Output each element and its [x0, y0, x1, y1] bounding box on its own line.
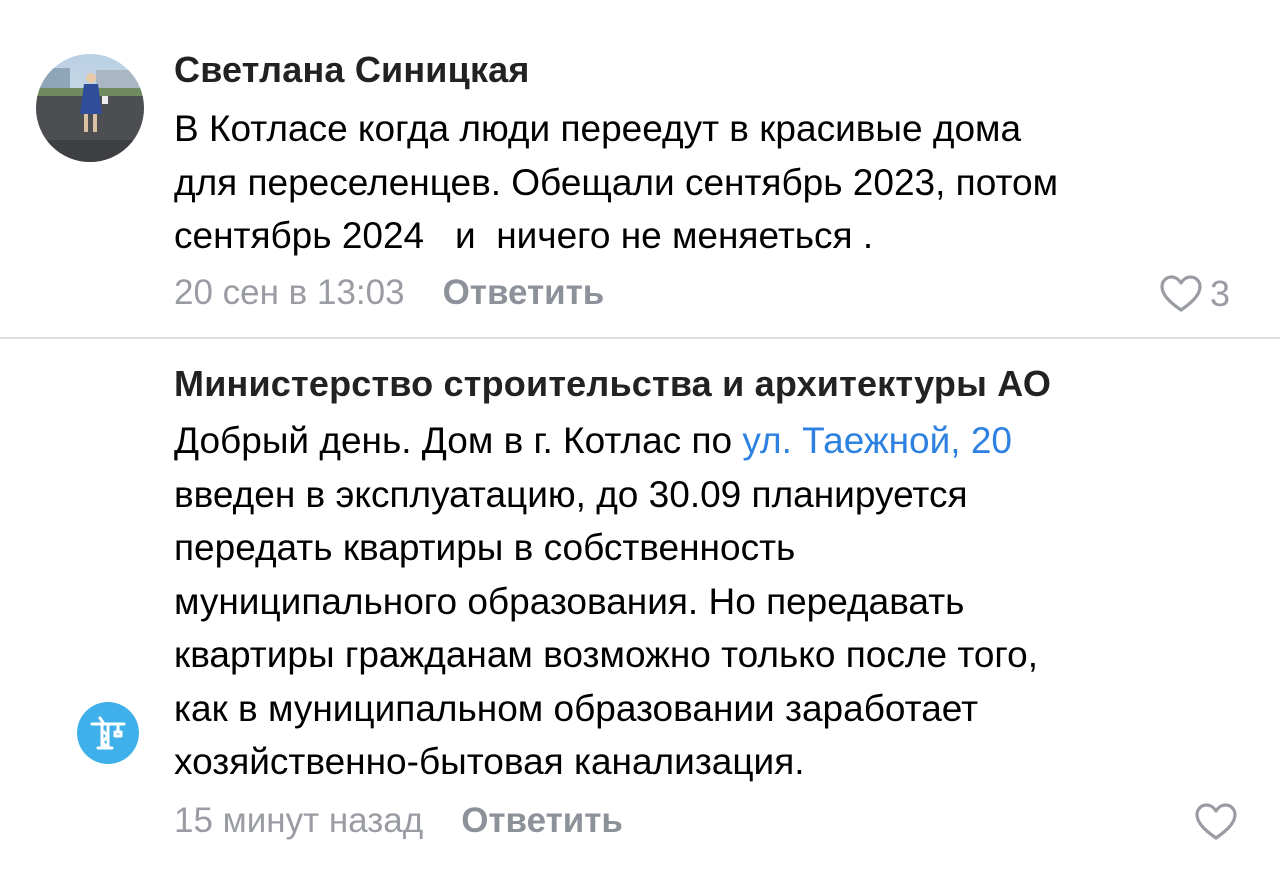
heart-icon: [1195, 803, 1237, 840]
like-button[interactable]: [1195, 801, 1237, 843]
comment-timestamp[interactable]: 15 минут назад: [174, 801, 423, 841]
divider: [0, 337, 1280, 339]
comment-timestamp[interactable]: 20 сен в 13:03: [174, 273, 405, 313]
comment: Светлана Синицкая В Котласе когда люди п…: [0, 0, 1280, 338]
like-count: 3: [1210, 273, 1231, 314]
reply-button[interactable]: Ответить: [443, 273, 605, 313]
like-button[interactable]: 3: [1160, 273, 1230, 315]
comment-author[interactable]: Министерство строительства и архитектуры…: [174, 364, 1051, 404]
comment-meta: 20 сен в 13:03 Ответить: [174, 273, 604, 313]
comment: Министерство строительства и архитектуры…: [0, 340, 1280, 881]
address-link[interactable]: ул. Таежной, 20: [742, 420, 1012, 461]
reply-button[interactable]: Ответить: [461, 801, 623, 841]
avatar[interactable]: [36, 54, 144, 162]
crane-icon: [90, 716, 126, 750]
comment-text-part: введен в эксплуатацию, до 30.09 планируе…: [174, 473, 1038, 783]
comments-list: Светлана Синицкая В Котласе когда люди п…: [0, 0, 1280, 881]
user-photo-icon: [36, 54, 144, 162]
comment-text-part: Добрый день. Дом в г. Котлас по: [174, 420, 743, 461]
heart-icon: [1160, 275, 1202, 312]
comment-text: В Котласе когда люди переедут в красивые…: [174, 108, 1059, 256]
avatar[interactable]: [77, 702, 139, 764]
comment-meta: 15 минут назад Ответить: [174, 801, 623, 841]
comment-text: Добрый день. Дом в г. Котлас по ул. Таеж…: [174, 414, 1234, 789]
comment-author[interactable]: Светлана Синицкая: [174, 50, 530, 90]
